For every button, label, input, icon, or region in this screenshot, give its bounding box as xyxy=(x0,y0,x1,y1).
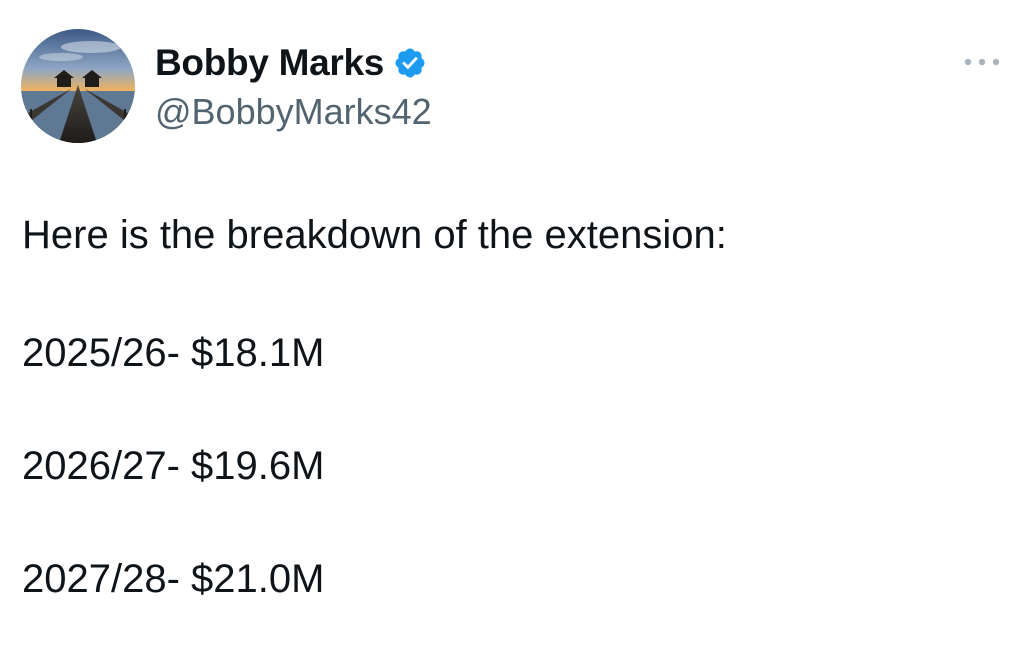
tweet-line: Here is the breakdown of the extension: xyxy=(22,213,727,257)
author-handle[interactable]: @BobbyMarks42 xyxy=(155,90,432,134)
more-options-button[interactable] xyxy=(960,48,1004,76)
verified-badge-icon[interactable] xyxy=(393,46,427,80)
avatar[interactable] xyxy=(21,29,135,143)
tweet-line: 2025/26- $18.1M xyxy=(22,331,325,375)
tweet-line: 2026/27- $19.6M xyxy=(22,444,325,488)
tweet-line: 2027/28- $21.0M xyxy=(22,557,325,601)
pier-sunset-avatar-icon xyxy=(21,29,135,143)
more-options-icon xyxy=(964,58,1000,66)
author-name-row: Bobby Marks xyxy=(155,40,427,86)
tweet-card: Bobby Marks @BobbyMarks42 Here is the br… xyxy=(0,0,1024,654)
tweet-text: Here is the breakdown of the extension: … xyxy=(22,210,1002,604)
author-display-name[interactable]: Bobby Marks xyxy=(155,40,384,86)
